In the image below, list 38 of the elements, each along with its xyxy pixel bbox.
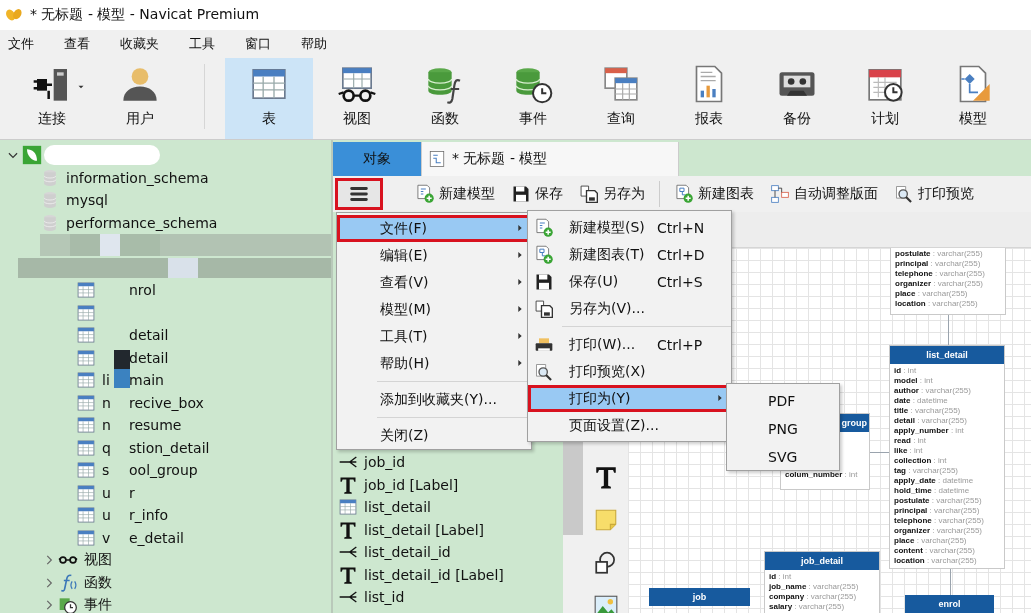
field-text: organizer : varchar(255) [895, 279, 985, 289]
field-text: model : int [894, 376, 934, 386]
field-text: postulate : varchar(255) [894, 496, 983, 506]
field-text: principal : varchar(255) [894, 506, 981, 516]
field-text: title : varchar(255) [894, 406, 962, 416]
field-text: organizer : varchar(255) [894, 526, 984, 536]
shortcut-text: Ctrl+N [657, 219, 705, 236]
shortcut-text: Ctrl+S [657, 273, 703, 290]
field-text: author : varchar(255) [894, 386, 972, 396]
field-text: apply_date : datetime [894, 476, 975, 486]
field-text: place : varchar(255) [895, 289, 969, 299]
field-text: like : int [894, 446, 924, 456]
field-text: id : int [769, 572, 793, 582]
field-text: read : int [894, 436, 928, 446]
field-text: telephone : varchar(255) [894, 516, 985, 526]
field-text: date : datetime [894, 396, 949, 406]
shortcut-text: Ctrl+D [657, 246, 705, 263]
window-title: * 无标题 - 模型 - Navicat Premium [30, 6, 260, 24]
field-text: location : varchar(255) [894, 556, 978, 566]
field-text: company : varchar(255) [769, 592, 858, 602]
field-text: job_name : varchar(255) [769, 582, 860, 592]
field-text: detail : varchar(255) [894, 416, 968, 426]
field-text: tag : varchar(255) [894, 466, 960, 476]
field-text: collection : int [894, 456, 948, 466]
field-text: content : varchar(255) [894, 546, 976, 556]
field-text: apply_number : int [894, 426, 965, 436]
field-text: id : int [894, 366, 918, 376]
field-text: colum_number : int [785, 470, 859, 480]
entity-title: list_detail [890, 346, 1004, 364]
field-text: postulate : varchar(255) [895, 249, 984, 259]
field-text: principal : varchar(255) [895, 259, 982, 269]
field-text: salary : varchar(255) [769, 602, 846, 612]
field-text: telephone : varchar(255) [895, 269, 986, 279]
entity-title: job_detail [765, 552, 879, 570]
field-text: location : varchar(255) [895, 299, 979, 309]
field-text: place : varchar(255) [894, 536, 968, 546]
field-text: hold_time : datetime [894, 486, 971, 496]
shortcut-text: Ctrl+P [657, 336, 703, 353]
